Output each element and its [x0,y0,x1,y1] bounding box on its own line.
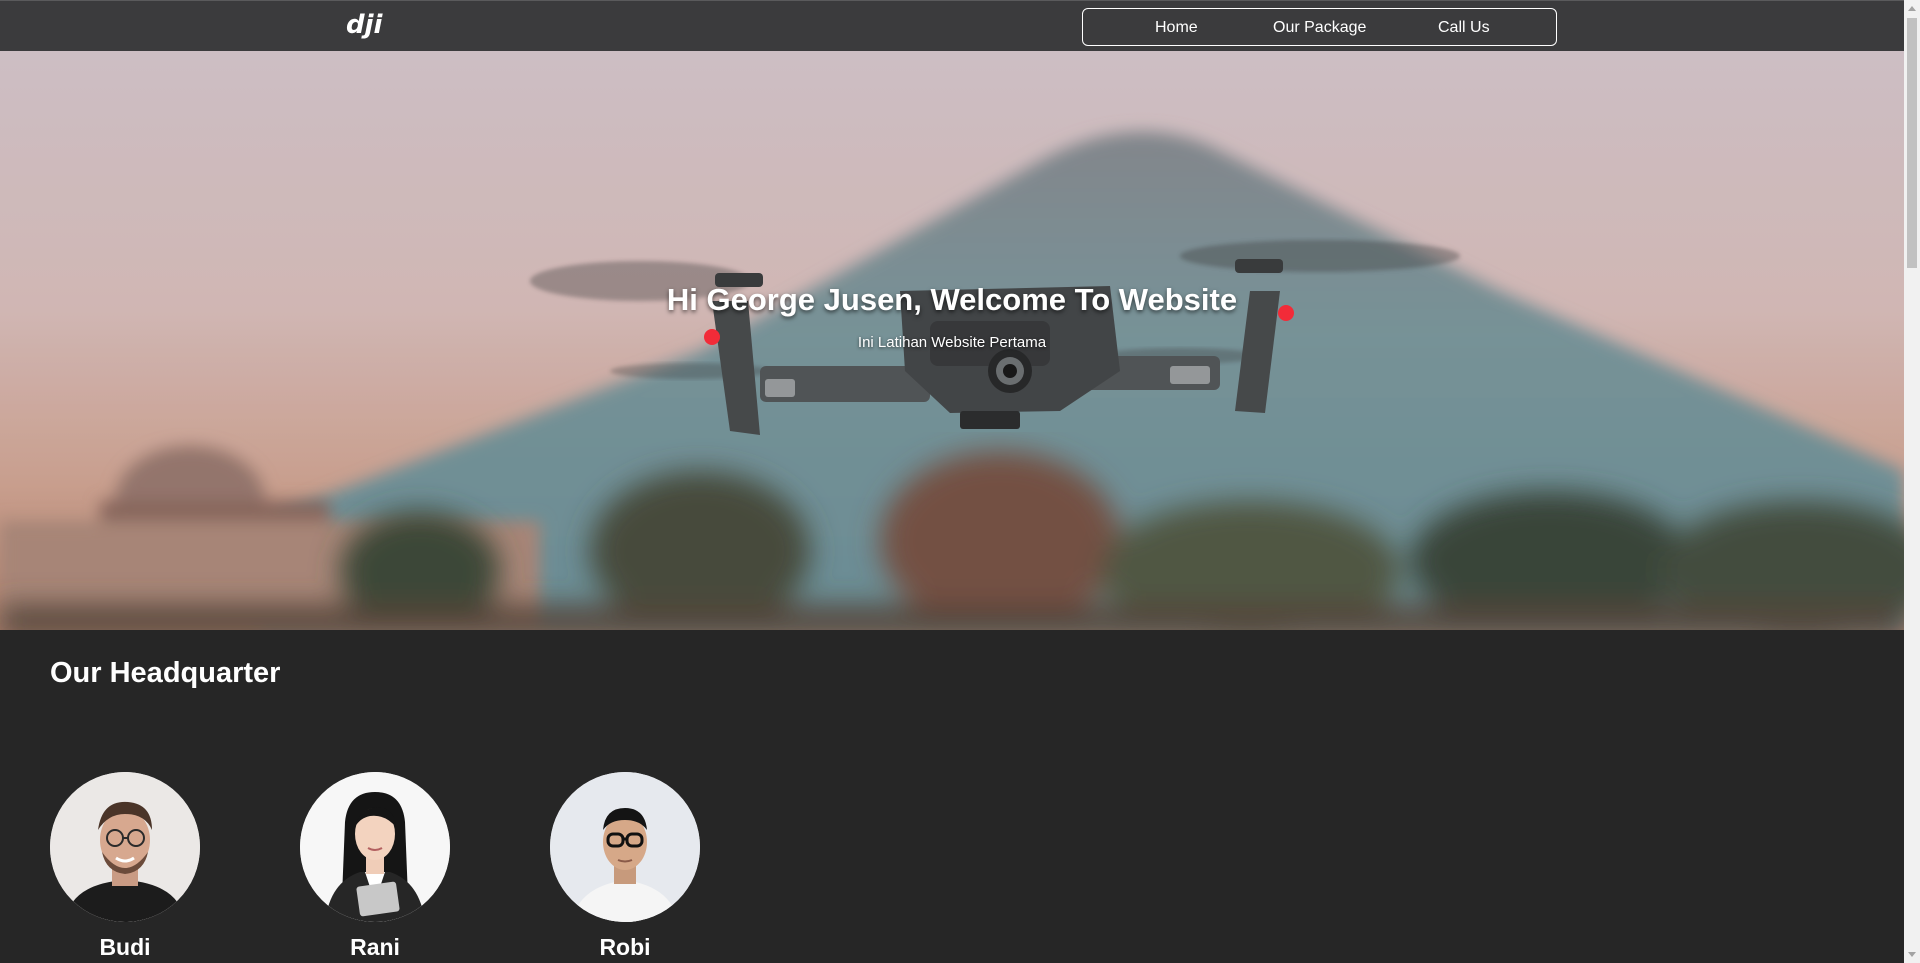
nav-link-our-package[interactable]: Our Package [1273,19,1366,37]
member-name: Budi [99,934,151,960]
dji-logo-icon[interactable]: dji [344,9,396,40]
page: dji Home Our Package Call Us Hi George J… [0,0,1904,963]
nav-link-home[interactable]: Home [1155,19,1198,37]
headquarter-title: Our Headquarter [50,657,281,689]
svg-text:dji: dji [346,10,384,39]
scroll-up-arrow-icon[interactable] [1908,6,1916,11]
nav-menu: Home Our Package Call Us [1082,8,1557,46]
nav-link-call-us[interactable]: Call Us [1438,19,1490,37]
member-card: Rani [300,772,450,961]
avatar [300,772,450,922]
scroll-thumb[interactable] [1907,18,1917,268]
hero-subtitle: Ini Latihan Website Pertama [857,334,1047,351]
vertical-scrollbar[interactable] [1904,0,1920,963]
member-card: Robi [550,772,700,961]
hero-banner: Hi George Jusen, Welcome To Website Ini … [0,51,1904,630]
member-name: Rani [350,934,400,960]
scroll-down-arrow-icon[interactable] [1908,952,1916,957]
navbar: dji Home Our Package Call Us [0,0,1904,51]
hero-title: Hi George Jusen, Welcome To Website [666,282,1238,317]
member-name: Robi [599,934,651,960]
avatar [550,772,700,922]
member-card: Budi [50,772,200,961]
avatar [50,772,200,922]
